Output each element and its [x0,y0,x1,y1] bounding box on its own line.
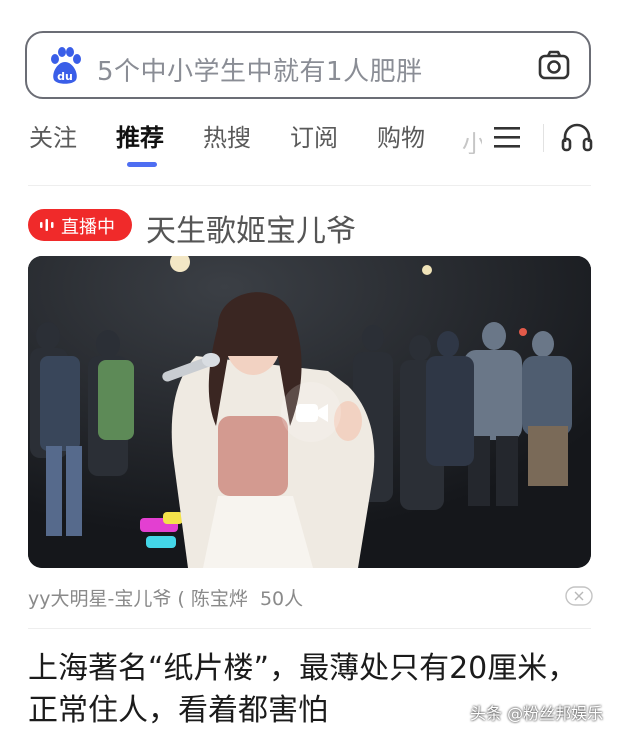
tab-subscribe[interactable]: 订阅 [290,118,338,153]
tab-overflow-hint: 小 [462,130,482,154]
search-bar[interactable]: du 5个中小学生中就有1人肥胖 [25,31,591,99]
live-title[interactable]: 天生歌姬宝儿爷 [146,206,356,250]
live-video-thumbnail[interactable] [28,256,591,568]
baidu-paw-logo-icon: du [51,47,81,84]
divider [28,628,591,629]
viewer-count: 50人 [259,588,304,610]
live-badge-label: 直播中 [61,217,115,238]
headset-icon[interactable] [560,120,594,154]
tab-recommend[interactable]: 推荐 [116,118,164,153]
tab-hot-search[interactable]: 热搜 [203,118,251,153]
active-tab-indicator [127,162,157,167]
channel-tabs: 关注 推荐 热搜 订阅 购物 小 [0,112,617,167]
tab-divider [543,124,544,152]
tab-shopping[interactable]: 购物 [377,118,425,153]
camera-icon[interactable] [537,48,571,82]
watermark: 头条 @粉丝邦娱乐 [470,704,604,723]
video-camera-icon [296,404,328,422]
search-input[interactable]: 5个中小学生中就有1人肥胖 [97,51,423,88]
close-icon[interactable] [565,586,593,606]
tab-follow[interactable]: 关注 [29,118,77,153]
video-source-line: yy大明星-宝儿爷 ( 陈宝烨 50人 [28,584,303,611]
source-name[interactable]: yy大明星-宝儿爷 ( 陈宝烨 [28,588,248,610]
live-badge: 直播中 [28,209,132,241]
hamburger-menu-icon[interactable] [492,124,522,150]
divider [28,185,591,186]
live-wave-icon [40,219,54,231]
svg-text:du: du [57,70,73,83]
